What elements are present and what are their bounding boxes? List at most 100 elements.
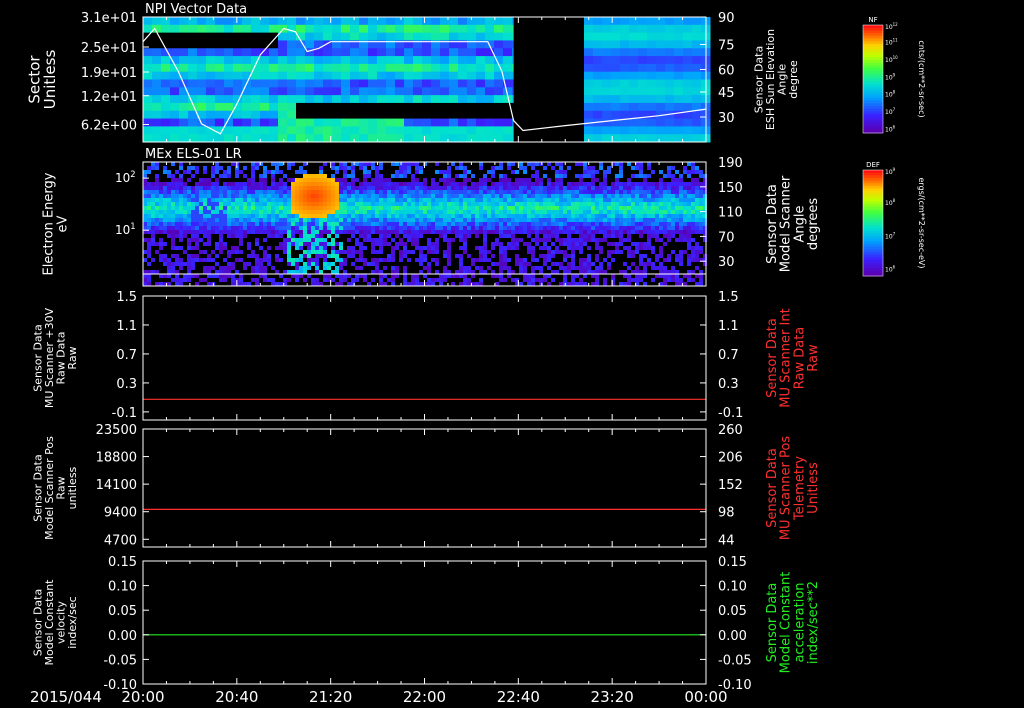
heatmap-cell [463,238,467,242]
heatmap-cell [295,270,299,274]
heatmap-cell [219,222,223,226]
heatmap-cell [319,226,323,230]
heatmap-cell [615,174,619,178]
heatmap-cell [275,222,279,226]
heatmap-cell [152,17,162,26]
heatmap-cell [579,250,583,254]
heatmap-cell [167,194,171,198]
heatmap-cell [391,226,395,230]
heatmap-cell [447,230,451,234]
heatmap-cell [551,222,555,226]
heatmap-cell [215,214,219,218]
heatmap-cell [539,266,543,270]
heatmap-cell [475,266,479,270]
heatmap-cell [579,222,583,226]
heatmap-cell [593,134,603,143]
heatmap-cell [161,17,171,26]
heatmap-cell [579,182,583,186]
heatmap-cell [231,186,235,190]
heatmap-cell [423,258,427,262]
heatmap-cell [587,246,591,250]
heatmap-cell [233,24,243,34]
heatmap-cell [511,278,515,282]
heatmap-cell [665,48,675,57]
heatmap-cell [175,226,179,230]
heatmap-cell [627,162,631,166]
heatmap-cell [575,182,579,186]
heatmap-cell [175,186,179,190]
heatmap-cell [287,56,297,65]
heatmap-cell [440,102,450,112]
heatmap-cell [555,250,559,254]
heatmap-cell [683,198,687,202]
heatmap-cell [379,186,383,190]
heatmap-cell [535,222,539,226]
heatmap-cell [695,186,699,190]
heatmap-cell [539,282,543,286]
heatmap-cell [587,234,591,238]
heatmap-cell [675,206,679,210]
heatmap-cell [575,222,579,226]
heatmap-cell [443,214,447,218]
heatmap-cell [171,262,175,266]
heatmap-cell [665,63,675,73]
heatmap-cell [143,186,147,190]
heatmap-cell [563,274,567,278]
heatmap-cell [531,202,535,206]
heatmap-cell [307,178,311,182]
heatmap-cell [147,238,151,242]
heatmap-cell [627,198,631,202]
heatmap-cell [311,258,315,262]
heatmap-cell [403,254,407,258]
heatmap-cell [563,238,567,242]
heatmap-cell [368,48,378,57]
heatmap-cell [307,274,311,278]
heatmap-cell [267,214,271,218]
y-tick-label: 14100 [96,478,137,493]
heatmap-cell [523,222,527,226]
heatmap-cell [467,202,471,206]
heatmap-cell [485,17,495,26]
heatmap-cell [523,266,527,270]
heatmap-cell [275,170,279,174]
heatmap-cell [447,258,451,262]
heatmap-cell [235,170,239,174]
heatmap-cell [179,63,189,73]
heatmap-cell [151,186,155,190]
heatmap-cell [475,222,479,226]
heatmap-cell [479,226,483,230]
heatmap-cell [599,202,603,206]
heatmap-cell [287,242,291,246]
heatmap-cell [603,194,607,198]
heatmap-cell [305,79,315,88]
heatmap-cell [458,24,468,34]
heatmap-cell [311,194,315,198]
heatmap-cell [175,218,179,222]
heatmap-cell [275,254,279,258]
heatmap-cell [692,87,702,96]
heatmap-cell [547,250,551,254]
heatmap-cell [203,198,207,202]
heatmap-cell [547,282,551,286]
heatmap-cell [224,17,234,26]
heatmap-cell [647,202,651,206]
heatmap-cell [543,198,547,202]
heatmap-cell [323,48,333,57]
heatmap-cell [411,190,415,194]
heatmap-cell [267,190,271,194]
heatmap-cell [487,206,491,210]
heatmap-cell [575,186,579,190]
heatmap-cell [487,190,491,194]
heatmap-cell [199,206,203,210]
heatmap-cell [351,250,355,254]
heatmap-cell [231,194,235,198]
heatmap-cell [511,194,515,198]
heatmap-cell [323,186,327,190]
heatmap-cell [363,262,367,266]
heatmap-cell [283,270,287,274]
heatmap-cell [207,182,211,186]
heatmap-cell [147,278,151,282]
heatmap-cell [163,210,167,214]
right-y-tick-label: 1.1 [718,319,739,334]
heatmap-cell [311,282,315,286]
